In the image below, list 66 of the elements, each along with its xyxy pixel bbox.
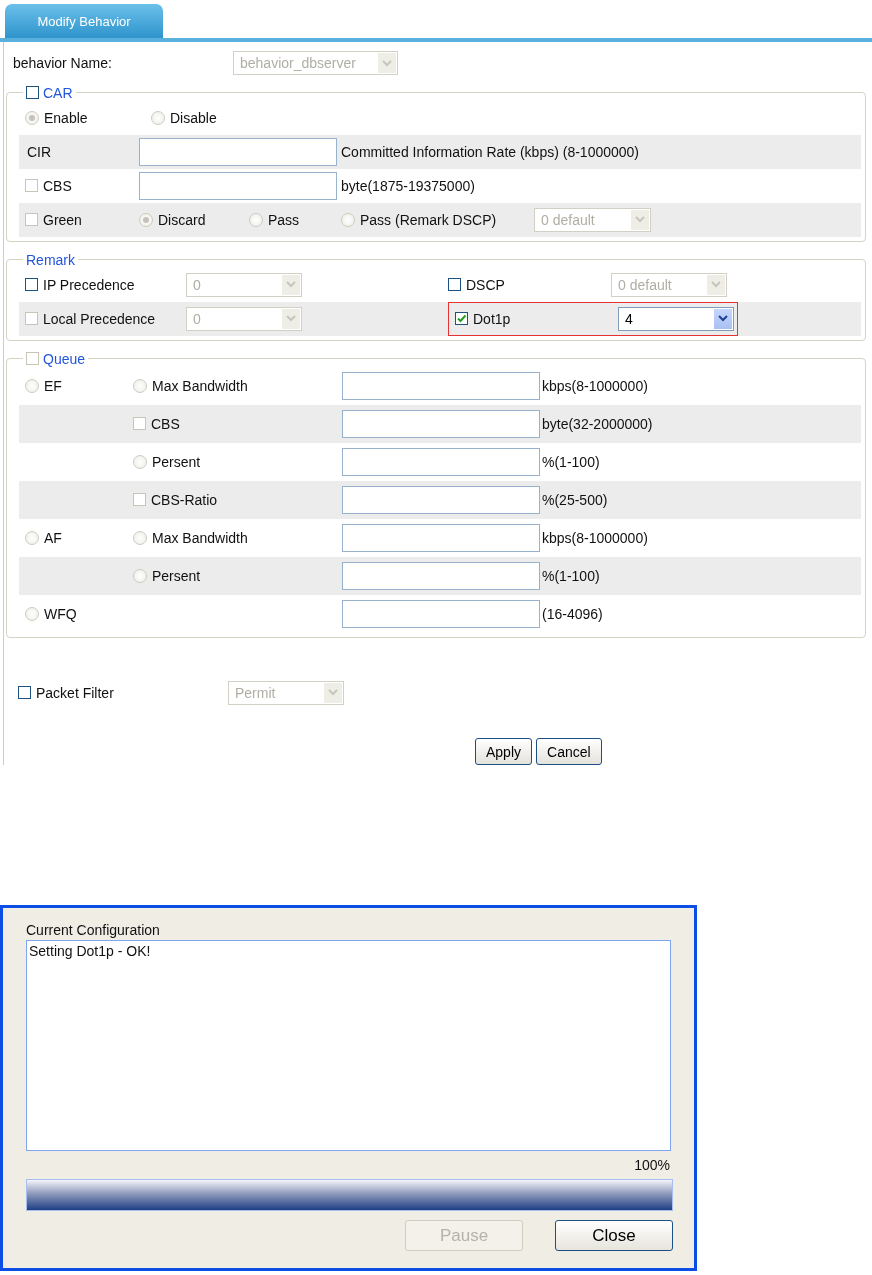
checkbox-label: Green — [43, 211, 82, 228]
radio-label: Persent — [152, 567, 201, 584]
text-field[interactable] — [342, 485, 540, 514]
text-field[interactable] — [342, 371, 540, 400]
text-field[interactable] — [342, 523, 540, 552]
chevron-down-icon — [718, 315, 728, 323]
checkbox-label: Packet Filter — [36, 684, 114, 701]
radio-label: EF — [44, 377, 62, 394]
radio-label: Discard — [158, 211, 206, 228]
action-button[interactable]: Cancel — [536, 738, 602, 765]
checkbox-label: DSCP — [466, 276, 505, 293]
checkbox[interactable] — [26, 86, 39, 100]
percent-label: 100% — [634, 1157, 670, 1173]
group-title: Queue — [43, 350, 86, 367]
field-hint: %(1-100) — [542, 453, 600, 470]
radio-label: Pass (Remark DSCP) — [360, 211, 497, 228]
checkbox-label: CBS — [151, 415, 180, 432]
group-title: CAR — [43, 84, 73, 101]
radio-label: Max Bandwidth — [152, 529, 248, 546]
text-field[interactable] — [139, 137, 337, 166]
radio-label: AF — [44, 529, 62, 546]
radio-label: Pass — [268, 211, 300, 228]
text-field[interactable] — [342, 409, 540, 438]
chevron-down-icon — [635, 216, 645, 224]
checkbox-label: Local Precedence — [43, 310, 156, 327]
field-hint: %(25-500) — [542, 491, 608, 508]
field-label: CIR — [27, 143, 52, 160]
checkbox[interactable] — [448, 278, 461, 292]
action-button[interactable]: Apply — [475, 738, 533, 765]
chevron-down-icon — [286, 281, 296, 289]
radio-label: Disable — [170, 109, 217, 126]
radio-label: Max Bandwidth — [152, 377, 248, 394]
field-hint: kbps(8-1000000) — [542, 377, 648, 394]
chevron-down-icon — [328, 689, 338, 697]
checkbox-label: CBS — [43, 177, 72, 194]
checkbox-label: IP Precedence — [43, 276, 135, 293]
field-hint: %(1-100) — [542, 567, 600, 584]
text-field[interactable] — [342, 447, 540, 476]
checkbox-label: Dot1p — [473, 310, 511, 327]
radio-button[interactable] — [25, 110, 39, 125]
field-hint: Committed Information Rate (kbps) (8-1000000) — [341, 143, 640, 160]
radio-label: WFQ — [44, 605, 77, 622]
chevron-down-icon — [711, 281, 721, 289]
checkbox[interactable] — [25, 278, 38, 292]
field-label: behavior Name: — [13, 55, 113, 72]
chevron-down-icon — [382, 59, 392, 67]
checkbox[interactable] — [455, 312, 468, 326]
text-field[interactable] — [139, 171, 337, 200]
field-hint: byte(32-2000000) — [542, 415, 653, 432]
dropdown[interactable]: 4 — [618, 306, 734, 331]
dialog-button[interactable]: Close — [555, 1220, 673, 1251]
radio-label: Persent — [152, 453, 201, 470]
radio-label: Enable — [44, 109, 88, 126]
text-field[interactable] — [342, 561, 540, 590]
checkbox[interactable] — [18, 686, 31, 700]
checkbox-label: CBS-Ratio — [151, 491, 218, 508]
field-hint: kbps(8-1000000) — [542, 529, 648, 546]
field-hint: (16-4096) — [542, 605, 603, 622]
tab[interactable]: Modify Behavior — [5, 4, 163, 38]
dialog-title: Current Configuration — [26, 922, 161, 938]
log-text: Setting Dot1p - OK! — [29, 943, 151, 959]
group-title: Remark — [26, 251, 75, 268]
chevron-down-icon — [286, 315, 296, 323]
text-field[interactable] — [342, 599, 540, 628]
radio-button[interactable] — [151, 110, 165, 125]
field-hint: byte(1875-19375000) — [341, 177, 475, 194]
